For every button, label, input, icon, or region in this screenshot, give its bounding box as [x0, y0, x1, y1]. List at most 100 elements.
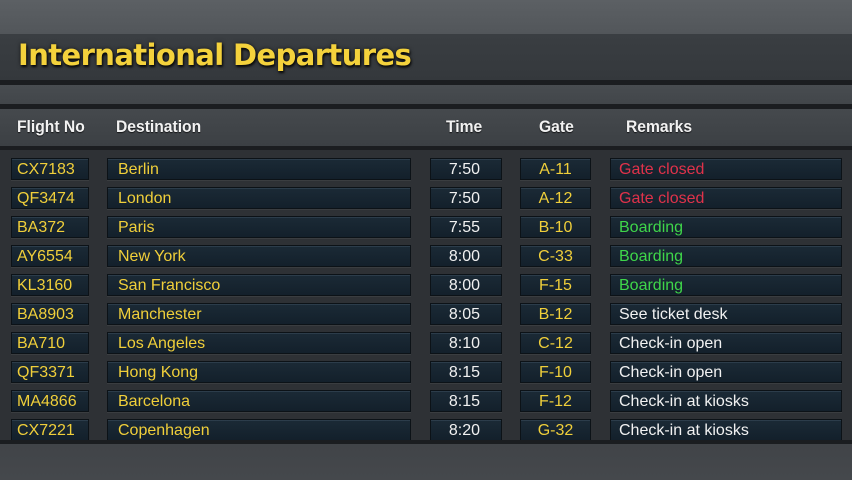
destination-text: Los Angeles	[118, 335, 206, 352]
remarks-cell: See ticket desk	[610, 303, 842, 325]
flight-no-cell: BA8903	[11, 303, 89, 325]
time-cell: 8:15	[430, 390, 502, 412]
remarks-text: Check-in at kiosks	[619, 393, 749, 410]
time-cell: 8:10	[430, 332, 502, 354]
time-text: 7:55	[448, 219, 480, 236]
column-header-flight-no: Flight No	[17, 117, 85, 136]
table-row: BA8903 Manchester 8:05 B-12 See ticket desk	[0, 300, 852, 328]
gate-cell: F-10	[520, 361, 591, 383]
gate-text: F-10	[539, 364, 572, 381]
flight-no-cell: BA372	[11, 216, 89, 238]
time-text: 8:20	[448, 422, 480, 439]
flight-no-cell: CX7183	[11, 158, 89, 180]
gate-text: F-15	[539, 277, 572, 294]
gate-text: B-10	[538, 219, 573, 236]
remarks-text: Boarding	[619, 248, 684, 265]
time-cell: 7:55	[430, 216, 502, 238]
time-cell: 8:05	[430, 303, 502, 325]
time-text: 8:15	[448, 393, 480, 410]
remarks-cell: Check-in open	[610, 361, 842, 383]
departures-board: International Departures Flight No Desti…	[0, 0, 852, 480]
destination-cell: San Francisco	[107, 274, 411, 296]
remarks-cell: Boarding	[610, 216, 842, 238]
table-row: QF3474 London 7:50 A-12 Gate closed	[0, 184, 852, 212]
remarks-text: See ticket desk	[619, 306, 728, 323]
flight-no-text: BA8903	[17, 306, 74, 323]
gate-cell: B-12	[520, 303, 591, 325]
destination-cell: Hong Kong	[107, 361, 411, 383]
flight-no-cell: MA4866	[11, 390, 89, 412]
remarks-text: Boarding	[619, 219, 684, 236]
gate-cell: F-12	[520, 390, 591, 412]
flight-no-text: QF3371	[17, 364, 75, 381]
flight-no-text: BA710	[17, 335, 66, 352]
divider	[0, 440, 852, 444]
destination-text: Copenhagen	[118, 422, 210, 439]
remarks-cell: Check-in open	[610, 332, 842, 354]
destination-text: Paris	[118, 219, 155, 236]
flights-table: CX7183 Berlin 7:50 A-11 Gate closed QF3474 Lon…	[0, 150, 852, 441]
remarks-text: Boarding	[619, 277, 684, 294]
flight-no-text: CX7221	[17, 422, 75, 439]
remarks-cell: Boarding	[610, 245, 842, 267]
time-text: 8:00	[448, 277, 480, 294]
flight-no-cell: BA710	[11, 332, 89, 354]
gate-cell: A-11	[520, 158, 591, 180]
remarks-text: Check-in open	[619, 364, 723, 381]
destination-cell: New York	[107, 245, 411, 267]
destination-text: New York	[118, 248, 186, 265]
gate-cell: A-12	[520, 187, 591, 209]
column-header-destination: Destination	[116, 117, 202, 136]
gate-cell: G-32	[520, 419, 591, 441]
column-header-remarks: Remarks	[626, 117, 693, 136]
time-cell: 8:00	[430, 245, 502, 267]
remarks-text: Check-in at kiosks	[619, 422, 749, 439]
table-row: QF3371 Hong Kong 8:15 F-10 Check-in open	[0, 358, 852, 386]
remarks-text: Check-in open	[619, 335, 723, 352]
gate-cell: B-10	[520, 216, 591, 238]
time-cell: 8:15	[430, 361, 502, 383]
time-cell: 7:50	[430, 158, 502, 180]
flight-no-text: KL3160	[17, 277, 73, 294]
board-title: International Departures	[18, 38, 412, 72]
destination-cell: Manchester	[107, 303, 411, 325]
destination-cell: Paris	[107, 216, 411, 238]
destination-text: Hong Kong	[118, 364, 199, 381]
flight-no-cell: AY6554	[11, 245, 89, 267]
flight-no-cell: QF3371	[11, 361, 89, 383]
time-text: 8:00	[448, 248, 480, 265]
time-cell: 7:50	[430, 187, 502, 209]
time-text: 8:15	[448, 364, 480, 381]
remarks-cell: Gate closed	[610, 187, 842, 209]
destination-cell: Copenhagen	[107, 419, 411, 441]
table-row: BA710 Los Angeles 8:10 C-12 Check-in open	[0, 329, 852, 357]
remarks-cell: Boarding	[610, 274, 842, 296]
time-text: 7:50	[448, 190, 480, 207]
flight-no-text: CX7183	[17, 161, 75, 178]
gate-text: A-12	[538, 190, 573, 207]
gate-text: A-11	[539, 161, 572, 178]
flight-no-text: MA4866	[17, 393, 77, 410]
destination-cell: Berlin	[107, 158, 411, 180]
time-cell: 8:20	[430, 419, 502, 441]
time-cell: 8:00	[430, 274, 502, 296]
destination-text: London	[118, 190, 172, 207]
gate-cell: F-15	[520, 274, 591, 296]
time-text: 7:50	[448, 161, 480, 178]
flight-no-cell: QF3474	[11, 187, 89, 209]
table-row: AY6554 New York 8:00 C-33 Boarding	[0, 242, 852, 270]
gate-text: G-32	[537, 422, 574, 439]
table-row: MA4866 Barcelona 8:15 F-12 Check-in at kiosk…	[0, 387, 852, 415]
table-row: KL3160 San Francisco 8:00 F-15 Boarding	[0, 271, 852, 299]
gate-cell: C-33	[520, 245, 591, 267]
flight-no-cell: CX7221	[11, 419, 89, 441]
remarks-text: Gate closed	[619, 190, 705, 207]
destination-text: San Francisco	[118, 277, 221, 294]
time-text: 8:05	[448, 306, 480, 323]
flight-no-text: BA372	[17, 219, 66, 236]
destination-text: Manchester	[118, 306, 202, 323]
destination-text: Berlin	[118, 161, 159, 178]
time-text: 8:10	[448, 335, 480, 352]
gate-text: C-33	[538, 248, 573, 265]
gate-text: B-12	[538, 306, 573, 323]
